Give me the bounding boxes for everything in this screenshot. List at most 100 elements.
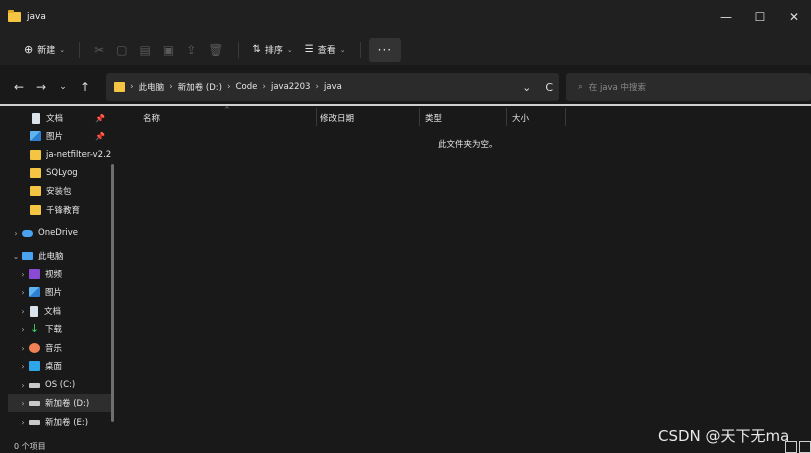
separator — [359, 41, 361, 58]
forward-button[interactable]: → — [30, 80, 52, 94]
address-dropdown-button[interactable]: ⌄ — [522, 81, 531, 94]
up-button[interactable]: ↑ — [74, 80, 96, 94]
address-bar[interactable]: › 此电脑 › 新加卷 (D:) › Code › java2203 › jav… — [106, 73, 559, 101]
chevron-down-icon: ⌄ — [339, 45, 346, 54]
folder-icon — [8, 10, 21, 22]
title-bar: java — ☐ ✕ — [0, 0, 811, 34]
video-icon — [29, 269, 40, 279]
share-button[interactable]: ⇪ — [180, 38, 202, 62]
column-divider[interactable] — [565, 108, 566, 126]
sidebar-item-label: 千锋教育 — [46, 206, 81, 216]
rename-button[interactable]: ▣ — [157, 38, 180, 62]
sidebar-item-onedrive[interactable]: › OneDrive — [10, 224, 78, 242]
pictures-icon — [30, 131, 41, 141]
chevron-right-icon: › — [21, 343, 25, 353]
sidebar-item-qianfeng[interactable]: 千锋教育 — [30, 201, 80, 219]
sort-button[interactable]: ⇅ 排序 ⌄ — [247, 38, 299, 62]
folder-icon — [114, 82, 125, 92]
chevron-right-icon: › — [14, 228, 18, 238]
sidebar-item-label: 此电脑 — [38, 252, 64, 262]
watermark: CSDN @天下无ma — [658, 427, 790, 445]
sidebar-item-pictures[interactable]: › 图片 — [17, 283, 62, 301]
sidebar-item-label: 新加卷 (D:) — [45, 399, 90, 409]
paste-button[interactable]: ▤ — [134, 38, 157, 62]
delete-button[interactable]: 🗑 — [202, 38, 229, 62]
sidebar-item-desktop[interactable]: › 桌面 — [17, 357, 62, 375]
more-options-button[interactable]: ··· — [368, 37, 402, 62]
cut-button[interactable]: ✂ — [88, 38, 110, 62]
breadcrumb-java[interactable]: java — [324, 82, 342, 92]
sidebar-item-sqlyog[interactable]: SQLyog — [30, 164, 78, 182]
breadcrumb-this-pc[interactable]: 此电脑 — [139, 81, 165, 93]
sidebar-item-label: 桌面 — [45, 362, 63, 372]
separator — [237, 41, 239, 58]
navigation-bar: ← → ⌄ ↑ › 此电脑 › 新加卷 (D:) › Code › java22… — [0, 73, 811, 101]
sidebar-item-drive-e[interactable]: › 新加卷 (E:) — [17, 413, 88, 431]
sidebar-item-documents[interactable]: › 文档 — [17, 302, 61, 320]
column-header-type[interactable]: 类型 — [425, 110, 442, 126]
file-list-pane: ^ 名称 修改日期 类型 大小 此文件夹为空。 — [120, 106, 811, 453]
chevron-right-icon: › — [130, 82, 134, 92]
sidebar-item-label: 图片 — [45, 288, 63, 298]
refresh-button[interactable]: C — [545, 81, 553, 94]
status-bar-item-count: 0 个项目 — [14, 442, 46, 451]
sidebar-scrollbar[interactable] — [111, 164, 114, 422]
chevron-down-icon: ⌄ — [286, 45, 293, 54]
breadcrumb-java2203[interactable]: java2203 — [271, 82, 310, 92]
back-button[interactable]: ← — [8, 80, 30, 94]
pin-icon: 📌 — [95, 132, 105, 141]
sidebar-item-documents-quick[interactable]: 文档 — [30, 109, 63, 127]
document-icon — [32, 112, 40, 124]
chevron-right-icon: › — [315, 82, 320, 92]
chevron-right-icon: › — [21, 361, 25, 371]
sidebar-item-ja-netfilter[interactable]: ja-netfilter-v2.2 — [30, 146, 111, 164]
breadcrumb-code[interactable]: Code — [236, 82, 258, 92]
copy-button[interactable]: ▢ — [110, 38, 133, 62]
sidebar-item-label: SQLyog — [46, 168, 78, 178]
minimize-button[interactable]: — — [709, 0, 743, 34]
folder-icon — [30, 168, 41, 178]
chevron-right-icon: › — [21, 287, 25, 297]
sidebar-item-installers[interactable]: 安装包 — [30, 182, 72, 200]
column-divider[interactable] — [419, 108, 420, 126]
details-view-icon[interactable] — [785, 441, 797, 453]
chevron-right-icon: › — [21, 306, 25, 316]
sidebar-item-label: 下载 — [45, 325, 63, 335]
search-box[interactable]: ⌕ 在 java 中搜索 — [566, 73, 811, 101]
sidebar-item-pictures-quick[interactable]: 图片 — [30, 127, 63, 145]
sidebar-item-videos[interactable]: › 视频 — [17, 265, 62, 283]
column-header-size[interactable]: 大小 — [512, 110, 529, 126]
sidebar-item-drive-c[interactable]: › OS (C:) — [17, 376, 75, 394]
view-icon: ☰ — [304, 44, 314, 55]
sidebar-item-downloads[interactable]: › ↓ 下载 — [17, 320, 62, 338]
sidebar-item-label: OS (C:) — [45, 380, 76, 390]
sidebar-item-label: OneDrive — [38, 228, 78, 238]
copy-icon: ▢ — [116, 42, 128, 57]
column-header-name[interactable]: 名称 — [143, 110, 160, 126]
plus-circle-icon: ⊕ — [24, 43, 34, 56]
column-divider[interactable] — [506, 108, 507, 126]
separator — [79, 41, 81, 58]
view-button[interactable]: ☰ 查看 ⌄ — [299, 38, 352, 62]
sidebar-item-this-pc[interactable]: ⌄ 此电脑 — [10, 247, 64, 265]
column-divider[interactable] — [316, 108, 317, 126]
folder-icon — [30, 150, 41, 160]
sidebar-item-music[interactable]: › 音乐 — [17, 339, 62, 357]
desktop-icon — [29, 361, 40, 371]
new-button[interactable]: ⊕ 新建 ⌄ — [18, 38, 71, 62]
chevron-down-icon: ⌄ — [12, 251, 20, 261]
column-header-modified[interactable]: 修改日期 — [320, 110, 354, 126]
chevron-down-icon: ⌄ — [59, 45, 66, 54]
breadcrumb-drive-d[interactable]: 新加卷 (D:) — [178, 81, 222, 93]
recent-locations-button[interactable]: ⌄ — [52, 82, 74, 92]
sort-icon: ⇅ — [252, 44, 261, 55]
cut-icon: ✂ — [94, 42, 105, 57]
view-toggle-group — [785, 441, 811, 453]
maximize-button[interactable]: ☐ — [743, 0, 777, 34]
close-button[interactable]: ✕ — [777, 0, 811, 34]
folder-icon — [30, 186, 41, 196]
tiles-view-icon[interactable] — [799, 441, 811, 453]
sidebar-item-drive-d[interactable]: › 新加卷 (D:) — [8, 394, 113, 412]
search-icon: ⌕ — [578, 82, 583, 92]
sidebar-item-label: 图片 — [46, 132, 64, 142]
